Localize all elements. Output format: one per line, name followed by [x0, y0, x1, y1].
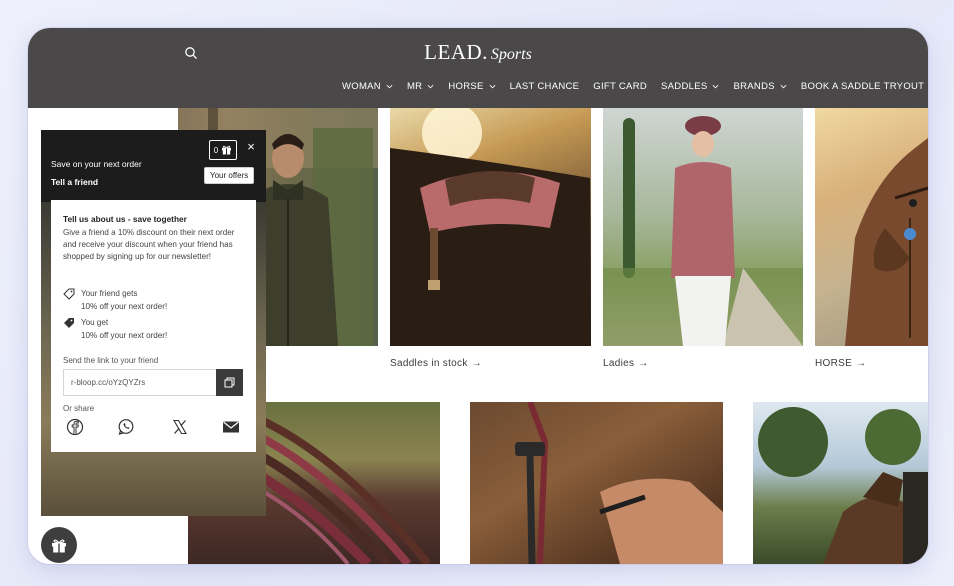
nav-label: BRANDS: [733, 81, 775, 92]
category-label: HORSE: [815, 358, 853, 369]
nav-item-saddles[interactable]: SADDLES: [661, 81, 719, 92]
category-tile-ladies[interactable]: [603, 108, 803, 346]
gift-icon: [222, 145, 232, 155]
friend-gets-title: Your friend gets: [81, 289, 138, 298]
nav-label: GIFT CARD: [593, 81, 648, 92]
send-link-label: Send the link to your friend: [63, 356, 159, 365]
browser-frame: LEAD. Sports WOMAN MR HORSE LAST CHANCE G…: [28, 28, 928, 564]
category-label: Ladies: [603, 358, 635, 369]
you-get-row: You get 10% off your next order!: [63, 317, 167, 342]
saddle-on-horse-image: [390, 108, 591, 346]
chevron-down-icon: [713, 84, 719, 89]
nav-item-last-chance[interactable]: LAST CHANCE: [510, 81, 580, 92]
offers-count: 0: [213, 145, 219, 155]
category-link-ladies[interactable]: Ladies →: [603, 358, 649, 369]
card-title: Tell us about us - save together: [63, 214, 187, 224]
gift-icon: [52, 539, 66, 552]
nav-item-gift-card[interactable]: GIFT CARD: [593, 81, 647, 92]
close-button[interactable]: ×: [245, 140, 257, 154]
x-icon[interactable]: [171, 418, 189, 436]
product-tile-horse-rider[interactable]: [753, 402, 928, 564]
arrow-right-icon: →: [856, 358, 867, 369]
chevron-down-icon: [780, 84, 787, 89]
category-label: Saddles in stock: [390, 358, 468, 369]
chevron-down-icon: [386, 84, 393, 89]
chevron-down-icon: [427, 84, 434, 89]
whatsapp-icon[interactable]: [117, 418, 135, 436]
logo-main: LEAD.: [424, 40, 488, 64]
nav-label: HORSE: [448, 81, 484, 92]
friend-gets-value: 10% off your next order!: [81, 301, 168, 311]
logo-sub: Sports: [490, 46, 532, 63]
nav-label: SADDLES: [661, 81, 708, 92]
copy-icon: [224, 377, 235, 388]
you-get-title: You get: [81, 318, 109, 327]
nav-label: LAST CHANCE: [509, 81, 580, 92]
card-description: Give a friend a 10% discount on their ne…: [63, 228, 235, 262]
or-share-label: Or share: [63, 404, 95, 413]
referral-card: Tell us about us - save together Give a …: [51, 200, 256, 452]
chevron-down-icon: [489, 84, 496, 89]
horse-rider-image: [758, 407, 928, 564]
category-tile-horse[interactable]: [815, 108, 928, 346]
horse-head-image: [845, 138, 928, 346]
email-icon[interactable]: [222, 418, 240, 436]
save-text: Save on your next order: [51, 159, 142, 169]
popup-header: Save on your next order Tell a friend 0 …: [41, 130, 266, 202]
main-nav: WOMAN MR HORSE LAST CHANCE GIFT CARD SAD…: [342, 81, 928, 92]
nav-item-mr[interactable]: MR: [407, 81, 434, 92]
referral-link-field[interactable]: r-bloop.cc/oYzQYZrs: [63, 369, 216, 396]
copy-link-button[interactable]: [216, 369, 243, 396]
nav-item-horse[interactable]: HORSE: [448, 81, 496, 92]
friend-gets-row: Your friend gets 10% off your next order…: [63, 288, 167, 313]
tag-icon: [63, 288, 75, 300]
gift-fab-button[interactable]: [41, 527, 77, 563]
bridle-in-hand-image: [515, 402, 723, 564]
tag-filled-icon: [64, 318, 74, 328]
nav-label: BOOK A SADDLE TRYOUT: [800, 81, 925, 92]
your-offers-tooltip: Your offers: [204, 167, 255, 184]
referral-popup: Save on your next order Tell a friend 0 …: [41, 130, 266, 516]
product-tile-bridle[interactable]: [470, 402, 723, 564]
nav-label: MR: [406, 81, 423, 92]
your-offers-button[interactable]: 0: [209, 140, 237, 160]
arrow-right-icon: →: [471, 358, 482, 369]
site-header: LEAD. Sports WOMAN MR HORSE LAST CHANCE G…: [28, 28, 928, 108]
nav-item-book-saddle-tryout[interactable]: BOOK A SADDLE TRYOUT: [801, 81, 924, 92]
nav-item-woman[interactable]: WOMAN: [342, 81, 393, 92]
woman-in-riding-jacket-image: [603, 116, 803, 346]
nav-label: WOMAN: [342, 81, 381, 92]
share-icons-row: [63, 418, 243, 436]
you-get-value: 10% off your next order!: [81, 330, 168, 340]
site-logo[interactable]: LEAD. Sports: [28, 40, 928, 65]
facebook-icon[interactable]: [66, 418, 84, 436]
tell-a-friend-title: Tell a friend: [51, 177, 99, 187]
nav-item-brands[interactable]: BRANDS: [733, 81, 787, 92]
category-link-saddles[interactable]: Saddles in stock →: [390, 358, 482, 369]
category-tile-saddles[interactable]: [390, 108, 591, 346]
category-link-horse[interactable]: HORSE →: [815, 358, 866, 369]
arrow-right-icon: →: [638, 358, 649, 369]
